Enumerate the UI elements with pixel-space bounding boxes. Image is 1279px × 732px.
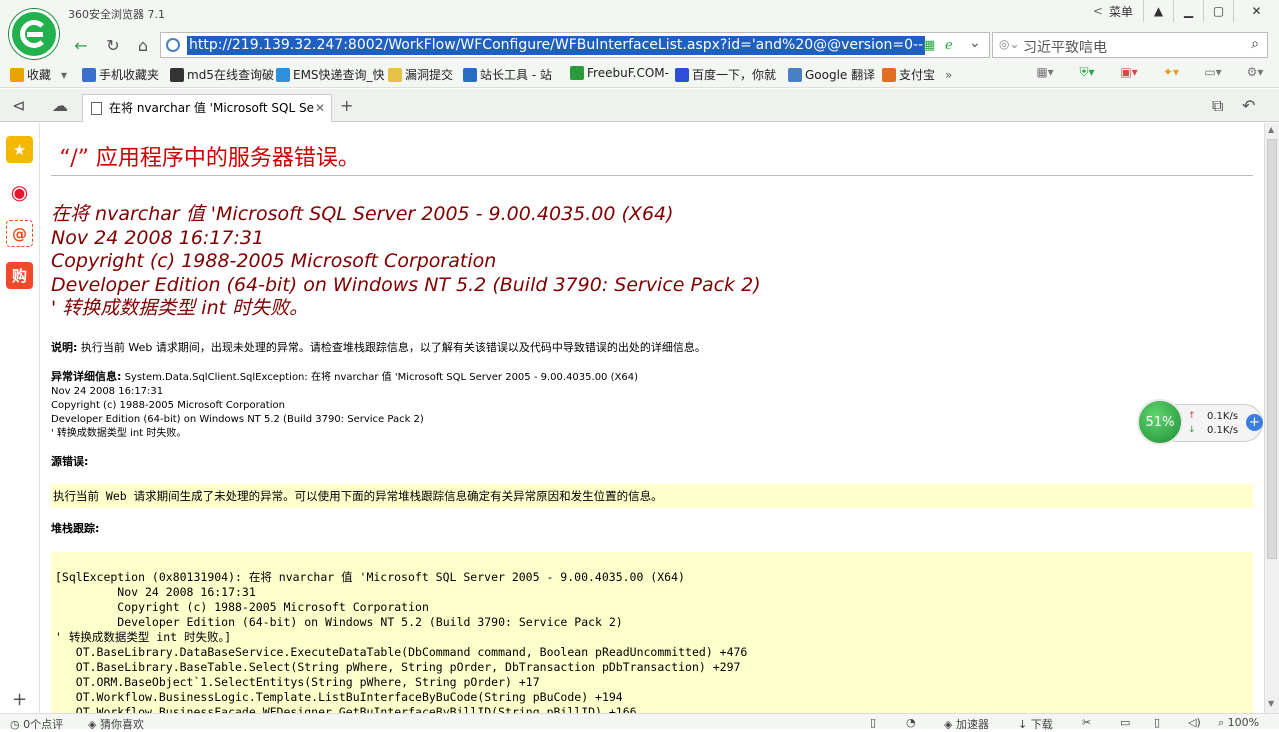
download-rate: 0.1K/s xyxy=(1207,425,1239,436)
browser-logo-icon xyxy=(9,9,59,59)
fav-item-md5[interactable]: md5在线查询破 xyxy=(170,66,274,83)
speed-ball[interactable]: 51% xyxy=(1137,399,1183,445)
navigation-bar: ← ↻ ⌂ http://219.139.32.247:8002/WorkFlo… xyxy=(0,28,1279,62)
exception-details: 异常详细信息: System.Data.SqlClient.SqlExcepti… xyxy=(51,370,638,439)
settings-icon[interactable]: ⚙▾ xyxy=(1239,65,1271,80)
tab-close-icon[interactable]: ✕ xyxy=(315,95,325,121)
page-content: “/” 应用程序中的服务器错误。 在将 nvarchar 值 'Microsof… xyxy=(41,123,1263,713)
back-arrow-icon[interactable]: < xyxy=(1093,4,1103,18)
fav-item-freebuf[interactable]: FreebuF.COM- xyxy=(570,66,669,80)
cloud-icon[interactable]: ☁ xyxy=(52,96,68,115)
accelerator-button[interactable]: ◈ 加速器 xyxy=(944,716,989,732)
page-title: “/” 应用程序中的服务器错误。 xyxy=(59,146,360,171)
fav-item-chinaz[interactable]: 站长工具 - 站 xyxy=(463,66,552,83)
volume-icon[interactable]: ◁) xyxy=(1188,716,1201,729)
status-bar: ◷ 0个点评 ◈ 猜你喜欢 ▯ ◔ ◈ 加速器 ↓ 下载 ✂ ▭ ▯ ◁) ⌕ … xyxy=(0,713,1279,732)
sidebar: ★ ◉ @ 购 + xyxy=(0,123,40,713)
search-box[interactable]: ◎⌄ 习近平致唁电 ⌕ xyxy=(992,32,1268,58)
shield-icon[interactable]: ⛨▾ xyxy=(1071,65,1103,80)
compat-mode-icon[interactable]: ℯ xyxy=(945,38,953,53)
zoom-control[interactable]: ⌕ 100% xyxy=(1218,716,1259,730)
screenshot-icon[interactable]: ▭▾ xyxy=(1197,65,1229,80)
tool-icon xyxy=(463,67,477,82)
back-button[interactable]: ← xyxy=(68,32,94,58)
comments-count[interactable]: ◷ 0个点评 xyxy=(10,716,63,732)
minimize-button[interactable]: ▁ xyxy=(1173,0,1203,22)
fav-item-collect[interactable]: 收藏 ▾ xyxy=(10,66,67,83)
ems-icon xyxy=(276,67,290,82)
phone-icon-status[interactable]: ▯ xyxy=(870,716,876,729)
menu-button[interactable]: 菜单 xyxy=(1109,3,1133,20)
app-name: 360安全浏览器 7.1 xyxy=(68,8,165,21)
site-info-icon[interactable] xyxy=(166,38,180,52)
document-icon xyxy=(91,102,102,115)
scrollbar-thumb[interactable] xyxy=(1267,139,1277,559)
paw-icon xyxy=(675,67,689,82)
cut-icon[interactable]: ✂ xyxy=(1082,716,1091,729)
window-icon[interactable]: ▯ xyxy=(1154,716,1160,729)
download-arrow-icon: ↓ xyxy=(1188,425,1196,435)
qr-code-icon[interactable]: ▦ xyxy=(923,38,935,53)
fav-item-mobile[interactable]: 手机收藏夹 xyxy=(82,66,159,83)
upload-rate: 0.1K/s xyxy=(1207,411,1239,422)
game-icon[interactable]: ✦▾ xyxy=(1155,65,1187,80)
widget-expand-icon[interactable]: + xyxy=(1246,414,1263,431)
source-error-box: 执行当前 Web 请求期间生成了未处理的异常。可以使用下面的异常堆栈跟踪信息确定… xyxy=(51,484,1253,508)
tab-active[interactable]: 在将 nvarchar 值 'Microsoft SQL Se ✕ xyxy=(82,94,332,122)
download-button[interactable]: ↓ 下载 xyxy=(1018,716,1053,732)
divider xyxy=(51,175,1253,176)
shopping-icon[interactable]: 购 xyxy=(6,262,33,289)
tab-title: 在将 nvarchar 值 'Microsoft SQL Se xyxy=(109,101,314,115)
description: 说明: 执行当前 Web 请求期间，出现未处理的异常。请检查堆栈跟踪信息，以了解… xyxy=(51,341,706,354)
fav-item-baidu[interactable]: 百度一下，你就 xyxy=(675,66,776,83)
adblock-icon[interactable]: ▣▾ xyxy=(1113,65,1145,80)
fav-item-ems[interactable]: EMS快递查询_快 xyxy=(276,66,385,83)
upload-arrow-icon: ↑ xyxy=(1188,411,1196,421)
source-error-label: 源错误: xyxy=(51,455,89,468)
apps-icon[interactable]: ▦▾ xyxy=(1029,65,1061,80)
speedup-icon[interactable]: ◔ xyxy=(906,716,916,729)
search-engine-icon[interactable]: ◎⌄ xyxy=(999,37,1020,51)
close-button[interactable]: ✕ xyxy=(1233,0,1279,22)
vertical-scrollbar[interactable]: ▲ ▼ xyxy=(1264,123,1279,713)
phone-icon xyxy=(82,67,96,82)
title-bar: 360安全浏览器 7.1 < 菜单 ▲ ▁ ▢ ✕ xyxy=(0,0,1279,28)
home-button[interactable]: ⌂ xyxy=(130,32,156,58)
address-bar[interactable]: http://219.139.32.247:8002/WorkFlow/WFCo… xyxy=(160,32,990,58)
search-input[interactable]: 习近平致唁电 xyxy=(1023,37,1107,57)
mail-icon[interactable]: @ xyxy=(6,220,33,247)
add-sidebar-icon[interactable]: + xyxy=(12,689,27,710)
guess-you-like[interactable]: ◈ 猜你喜欢 xyxy=(88,716,144,732)
picture-icon[interactable]: ▭ xyxy=(1120,716,1130,729)
skin-icon[interactable]: ▲ xyxy=(1143,0,1173,22)
undo-close-icon[interactable]: ↶ xyxy=(1242,96,1255,115)
error-title: 在将 nvarchar 值 'Microsoft SQL Server 2005… xyxy=(51,203,761,319)
translate-icon xyxy=(788,67,802,82)
tab-list-icon[interactable]: ⧉ xyxy=(1212,96,1223,116)
source-error-text: 执行当前 Web 请求期间生成了未处理的异常。可以使用下面的异常堆栈跟踪信息确定… xyxy=(53,489,663,503)
favorites-bar: 收藏 ▾ 手机收藏夹 md5在线查询破 EMS快递查询_快 漏洞提交 站长工具 -… xyxy=(0,62,1279,88)
fav-item-alipay[interactable]: 支付宝» xyxy=(882,66,952,83)
new-tab-icon[interactable]: + xyxy=(340,96,353,115)
refresh-button[interactable]: ↻ xyxy=(100,32,126,58)
search-icon[interactable]: ⌕ xyxy=(1251,36,1259,52)
freebuf-icon xyxy=(570,66,584,80)
fav-item-vuln[interactable]: 漏洞提交 xyxy=(388,66,453,83)
alipay-icon xyxy=(882,67,896,82)
stack-trace-text: [SqlException (0x80131904): 在将 nvarchar … xyxy=(55,570,748,713)
weibo-icon[interactable]: ◉ xyxy=(6,178,33,205)
grid-icon xyxy=(170,67,184,82)
stack-trace-label: 堆栈跟踪: xyxy=(51,522,100,535)
tab-bar: ⊲ ☁ 在将 nvarchar 值 'Microsoft SQL Se ✕ + … xyxy=(0,89,1279,122)
maximize-button[interactable]: ▢ xyxy=(1203,0,1233,22)
sidebar-toggle-icon[interactable]: ⊲ xyxy=(12,96,25,115)
folder-icon xyxy=(388,67,402,82)
fav-item-google-translate[interactable]: Google 翻译 xyxy=(788,66,875,83)
favorites-sidebar-icon[interactable]: ★ xyxy=(6,136,33,163)
network-speed-widget[interactable]: 51% ↑ 0.1K/s ↓ 0.1K/s + xyxy=(1137,399,1263,447)
star-icon xyxy=(10,67,24,82)
address-dropdown-icon[interactable]: ⌄ xyxy=(969,35,981,51)
address-url[interactable]: http://219.139.32.247:8002/WorkFlow/WFCo… xyxy=(187,36,926,55)
stack-trace-box: [SqlException (0x80131904): 在将 nvarchar … xyxy=(51,552,1253,713)
